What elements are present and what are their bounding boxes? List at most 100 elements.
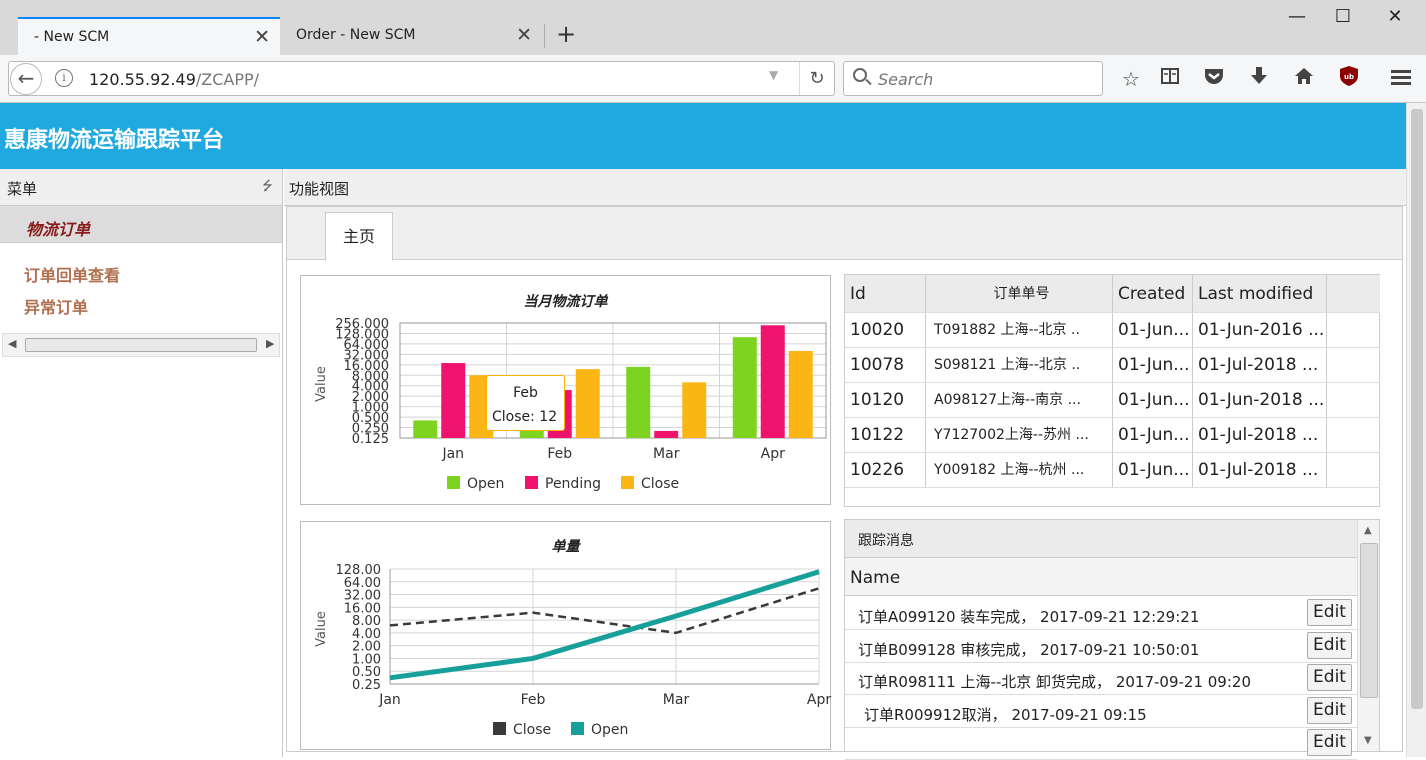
x-tick-label: Jan — [378, 692, 401, 708]
column-header-id[interactable]: Id — [845, 275, 926, 312]
url-text[interactable]: 120.55.92.49/ZCAPP/ — [89, 70, 259, 89]
minimize-window-icon[interactable]: — — [1274, 2, 1320, 32]
tracking-message: 订单A099120 装车完成， 2017-09-21 12:29:21 — [858, 608, 1200, 626]
search-placeholder: Search — [878, 70, 934, 89]
cell-created: 01-Jun... — [1113, 313, 1193, 347]
x-tick-label: Mar — [653, 446, 680, 462]
close-tab-icon[interactable]: ✕ — [254, 26, 270, 48]
menu-item-abnormal-orders[interactable]: 异常订单 — [24, 294, 88, 318]
home-icon[interactable] — [1290, 65, 1318, 93]
scroll-right-icon[interactable]: ▶ — [266, 337, 274, 350]
menu-header: 菜单 ⭍ — [0, 169, 282, 206]
table-row[interactable]: 10120 A098127上海--南京 ... 01-Jun... 01-Jun-20… — [845, 383, 1380, 418]
cell-order-no: A098127上海--南京 ... — [926, 383, 1113, 417]
search-icon — [853, 68, 867, 82]
edit-button[interactable]: Edit — [1307, 599, 1352, 626]
close-window-icon[interactable]: ✕ — [1372, 2, 1418, 32]
scroll-up-icon[interactable]: ▲ — [1364, 525, 1372, 536]
tracking-scroll-thumb[interactable] — [1360, 543, 1378, 698]
browser-tab-active[interactable]: - New SCM ✕ — [18, 17, 280, 55]
legend-swatch — [571, 722, 584, 735]
bookmark-star-icon[interactable]: ☆ — [1117, 65, 1145, 93]
url-dropdown-icon[interactable]: ▼ — [769, 68, 778, 82]
cell-last-modified: 01-Jul-2018 ... — [1193, 418, 1327, 452]
address-bar[interactable]: ← i 120.55.92.49/ZCAPP/ ▼ ↻ — [8, 61, 835, 96]
pin-icon[interactable]: ⭍ — [262, 177, 273, 199]
menu-group-label: 物流订单 — [26, 220, 91, 239]
tracking-scrollbar[interactable]: ▲ ▼ — [1357, 520, 1379, 751]
series-line-open — [389, 569, 820, 681]
cell-last-modified: 01-Jul-2018 ... — [1193, 348, 1327, 382]
tracking-column-header: Name — [845, 558, 1357, 596]
bar-close — [682, 382, 707, 438]
scroll-down-icon[interactable]: ▼ — [1364, 735, 1372, 746]
ublock-icon[interactable]: ub — [1335, 65, 1363, 93]
y-tick-label: 128.00 — [336, 563, 382, 578]
app-header: 惠康物流运输跟踪平台 — [0, 103, 1406, 169]
app-title: 惠康物流运输跟踪平台 — [4, 128, 225, 153]
page-scroll-thumb[interactable] — [1411, 109, 1423, 709]
cell-order-no: S098121 上海--北京 .. — [926, 348, 1113, 382]
pocket-icon[interactable] — [1200, 65, 1228, 93]
legend-label: Open — [467, 476, 504, 492]
svg-text:ub: ub — [1344, 73, 1354, 81]
table-row[interactable]: 10122 Y7127002上海--苏州 ... 01-Jun... 01-Jul-2… — [845, 418, 1380, 453]
cell-order-no: Y7127002上海--苏州 ... — [926, 418, 1113, 452]
list-item[interactable]: 订单R098111 上海--北京 卸货完成， 2017-09-21 09:20 E… — [845, 662, 1357, 695]
table-row[interactable]: 10226 Y009182 上海--杭州 ... 01-Jun... 01-Jul-2… — [845, 453, 1380, 488]
cell-last-modified: 01-Jul-2018 ... — [1193, 453, 1327, 487]
column-header-order-no[interactable]: 订单单号 — [926, 275, 1113, 312]
download-icon[interactable] — [1245, 65, 1273, 93]
tracking-message: 订单B099128 审核完成， 2017-09-21 10:50:01 — [858, 640, 1200, 659]
search-bar[interactable]: Search — [843, 61, 1103, 96]
x-tick-label: Apr — [807, 692, 831, 708]
hamburger-menu-icon[interactable] — [1387, 65, 1415, 93]
table-row[interactable]: 10078 S098121 上海--北京 .. 01-Jun... 01-Jul-20… — [845, 348, 1380, 383]
tracking-message: 订单R098111 上海--北京 卸货完成， 2017-09-21 09:20 — [858, 673, 1251, 691]
orders-table-header: Id 订单单号 Created Last modified — [845, 275, 1380, 313]
orders-table: Id 订单单号 Created Last modified 10020 T0918… — [844, 274, 1380, 507]
tooltip-title: Feb — [513, 385, 538, 401]
new-tab-icon[interactable]: + — [556, 20, 576, 48]
edit-button[interactable]: Edit — [1307, 664, 1352, 691]
menu-horizontal-scrollbar[interactable]: ◀ ▶ — [2, 333, 280, 357]
scroll-left-icon[interactable]: ◀ — [8, 337, 16, 350]
menu-item-order-receipt[interactable]: 订单回单查看 — [24, 262, 120, 286]
menu-group-logistics-orders[interactable]: 物流订单 — [0, 206, 282, 243]
close-tab-icon[interactable]: ✕ — [516, 24, 532, 46]
tab-home[interactable]: 主页 — [325, 212, 393, 261]
line-chart: 单量 Value 0.25 0.50 1.00 2.00 4.00 8.00 16.00 32… — [300, 521, 831, 750]
tooltip-value: Close: 12 — [492, 409, 558, 425]
column-header-created[interactable]: Created — [1113, 275, 1193, 312]
list-item[interactable]: 订单B099128 审核完成， 2017-09-21 10:50:01 Edit — [845, 630, 1357, 663]
column-header-name[interactable]: Name — [850, 568, 900, 588]
list-item[interactable]: Edit — [845, 727, 1357, 760]
site-info-icon[interactable]: i — [55, 69, 73, 87]
bar-open — [732, 337, 757, 438]
cell-created: 01-Jun... — [1113, 348, 1193, 382]
reload-icon[interactable]: ↻ — [799, 62, 834, 95]
reading-list-icon[interactable] — [1156, 65, 1184, 93]
content-tab-bar: 主页 — [287, 207, 1402, 261]
back-arrow-icon[interactable]: ← — [10, 63, 42, 95]
legend-label: Close — [641, 476, 679, 492]
edit-button[interactable]: Edit — [1307, 729, 1352, 756]
x-tick-label: Mar — [663, 692, 690, 708]
tracking-messages-panel: 跟踪消息 Name 订单A099120 装车完成， 2017-09-21 12:… — [844, 519, 1380, 760]
list-item[interactable]: 订单A099120 装车完成， 2017-09-21 12:29:21 Edit — [845, 597, 1357, 630]
table-row[interactable]: 10020 T091882 上海--北京 .. 01-Jun... 01-Jun-20… — [845, 313, 1380, 348]
list-item[interactable]: 订单R009912取消， 2017-09-21 09:15 Edit — [845, 695, 1357, 728]
edit-button[interactable]: Edit — [1307, 696, 1352, 724]
bar-pending — [760, 325, 785, 438]
bar-pending — [654, 430, 679, 438]
menu-scroll-thumb[interactable] — [25, 338, 257, 352]
browser-tab-order[interactable]: Order - New SCM ✕ — [280, 17, 542, 55]
edit-button[interactable]: Edit — [1307, 631, 1352, 659]
column-header-last-modified[interactable]: Last modified — [1193, 275, 1327, 312]
y-tick-label: 64.00 — [344, 576, 381, 591]
bar-open — [626, 366, 651, 438]
maximize-window-icon[interactable]: ☐ — [1320, 2, 1366, 32]
legend-label: Open — [591, 722, 628, 738]
page-scrollbar[interactable] — [1406, 103, 1426, 757]
legend-swatch — [447, 476, 460, 489]
